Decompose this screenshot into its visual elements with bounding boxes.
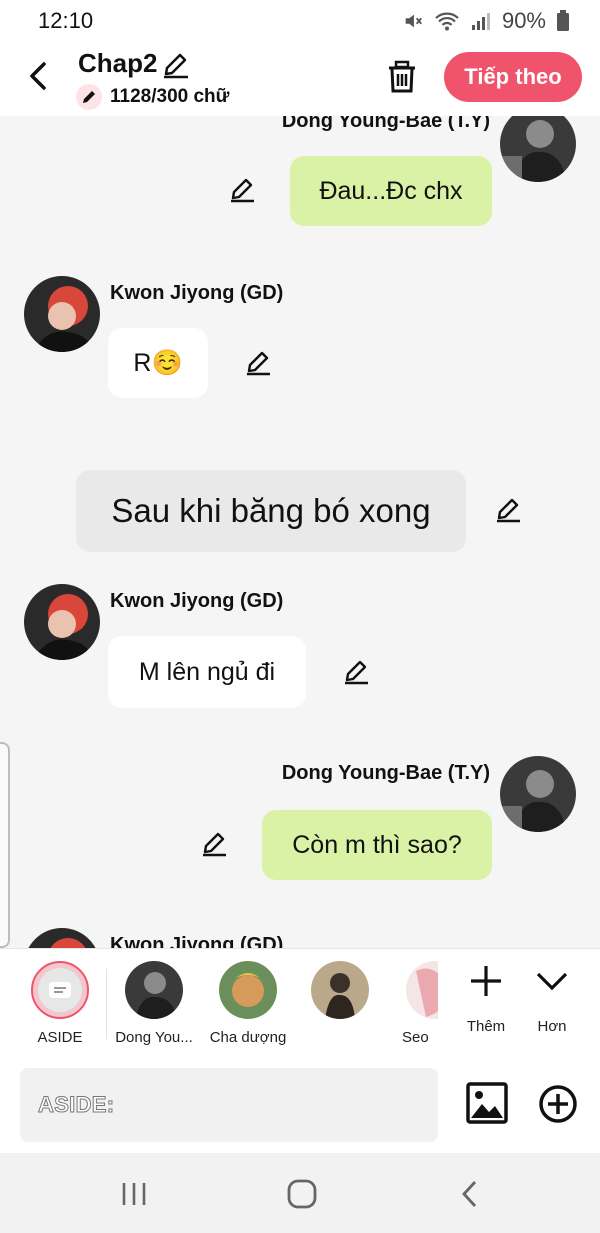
page-title: Chap2 xyxy=(78,48,158,78)
character-label: Cha dượng xyxy=(209,1029,287,1046)
aside-icon xyxy=(49,982,71,998)
trash-icon[interactable] xyxy=(386,60,418,94)
status-icons: 90% xyxy=(402,8,570,34)
edit-message-icon[interactable] xyxy=(494,496,522,524)
character-avatar xyxy=(406,961,438,1019)
recent-apps-icon[interactable] xyxy=(114,1177,154,1211)
system-nav-bar xyxy=(0,1153,600,1233)
character-bar: ASIDE Dong You... Cha dượng Seo Thêm Hơn xyxy=(0,948,600,1058)
message-bubble[interactable]: R☺️ xyxy=(108,328,208,398)
plus-circle-icon[interactable] xyxy=(538,1084,578,1124)
back-nav-icon[interactable] xyxy=(450,1177,490,1211)
add-character-button[interactable]: Thêm xyxy=(456,963,516,1035)
edit-message-icon[interactable] xyxy=(228,176,256,204)
character-avatar xyxy=(311,961,369,1019)
add-label: Thêm xyxy=(466,1018,506,1035)
more-label: Hơn xyxy=(537,1018,567,1035)
character-label: Seo xyxy=(402,1029,429,1046)
count-pencil-icon xyxy=(76,84,102,110)
sender-name: Dong Young-Bae (T.Y) xyxy=(281,116,490,132)
avatar[interactable] xyxy=(500,116,576,182)
character-unnamed[interactable] xyxy=(292,961,388,1029)
avatar[interactable] xyxy=(24,928,100,948)
character-seo[interactable]: Seo xyxy=(386,961,438,1046)
chat-area[interactable]: Dong Young-Bae (T.Y) Đau...Đc chx Kwon J… xyxy=(0,116,600,948)
header: Chap2 1128/300 chữ Tiếp theo xyxy=(0,40,600,116)
status-time: 12:10 xyxy=(38,8,94,33)
battery-percent: 90% xyxy=(501,8,546,33)
next-button[interactable]: Tiếp theo xyxy=(444,52,582,102)
more-button[interactable]: Hơn xyxy=(522,963,582,1035)
character-dong-young-bae[interactable]: Dong You... xyxy=(106,961,202,1046)
sender-name: Kwon Jiyong (GD) xyxy=(110,282,284,304)
chevron-down-icon xyxy=(536,972,568,991)
sender-name: Kwon Jiyong (GD) xyxy=(110,590,284,612)
status-bar: 12:10 90% xyxy=(0,0,600,40)
edit-message-icon[interactable] xyxy=(244,349,272,377)
word-count: 1128/300 chữ xyxy=(76,84,229,110)
character-label: ASIDE xyxy=(37,1029,83,1046)
battery-icon xyxy=(557,10,569,31)
message-input[interactable]: ASIDE: xyxy=(20,1068,438,1142)
signal-icon xyxy=(471,13,490,30)
narration-bubble[interactable]: Sau khi băng bó xong xyxy=(76,470,466,552)
avatar[interactable] xyxy=(500,756,576,832)
home-icon[interactable] xyxy=(282,1177,322,1211)
character-avatar xyxy=(125,961,183,1019)
character-avatar xyxy=(219,961,277,1019)
avatar[interactable] xyxy=(24,276,100,352)
character-cha-duong[interactable]: Cha dượng xyxy=(200,961,296,1046)
aside-avatar xyxy=(31,961,89,1019)
wifi-icon xyxy=(435,12,459,31)
avatar[interactable] xyxy=(24,584,100,660)
input-row: ASIDE: xyxy=(0,1058,600,1153)
image-icon[interactable] xyxy=(466,1082,508,1124)
scroll-handle[interactable] xyxy=(0,742,10,948)
character-label: Dong You... xyxy=(115,1029,193,1046)
sender-name: Dong Young-Bae (T.Y) xyxy=(281,762,490,784)
plus-icon xyxy=(471,966,501,996)
back-arrow-icon[interactable] xyxy=(24,58,56,94)
edit-message-icon[interactable] xyxy=(342,658,370,686)
sender-name: Kwon Jiyong (GD) xyxy=(110,934,284,948)
mute-icon xyxy=(405,14,422,28)
word-count-text: 1128/300 chữ xyxy=(110,86,230,107)
message-bubble[interactable]: M lên ngủ đi xyxy=(108,636,306,708)
character-aside[interactable]: ASIDE xyxy=(12,961,108,1046)
edit-title-icon[interactable] xyxy=(160,50,190,80)
message-bubble[interactable]: Đau...Đc chx xyxy=(290,156,492,226)
edit-message-icon[interactable] xyxy=(200,830,228,858)
message-bubble[interactable]: Còn m thì sao? xyxy=(262,810,492,880)
